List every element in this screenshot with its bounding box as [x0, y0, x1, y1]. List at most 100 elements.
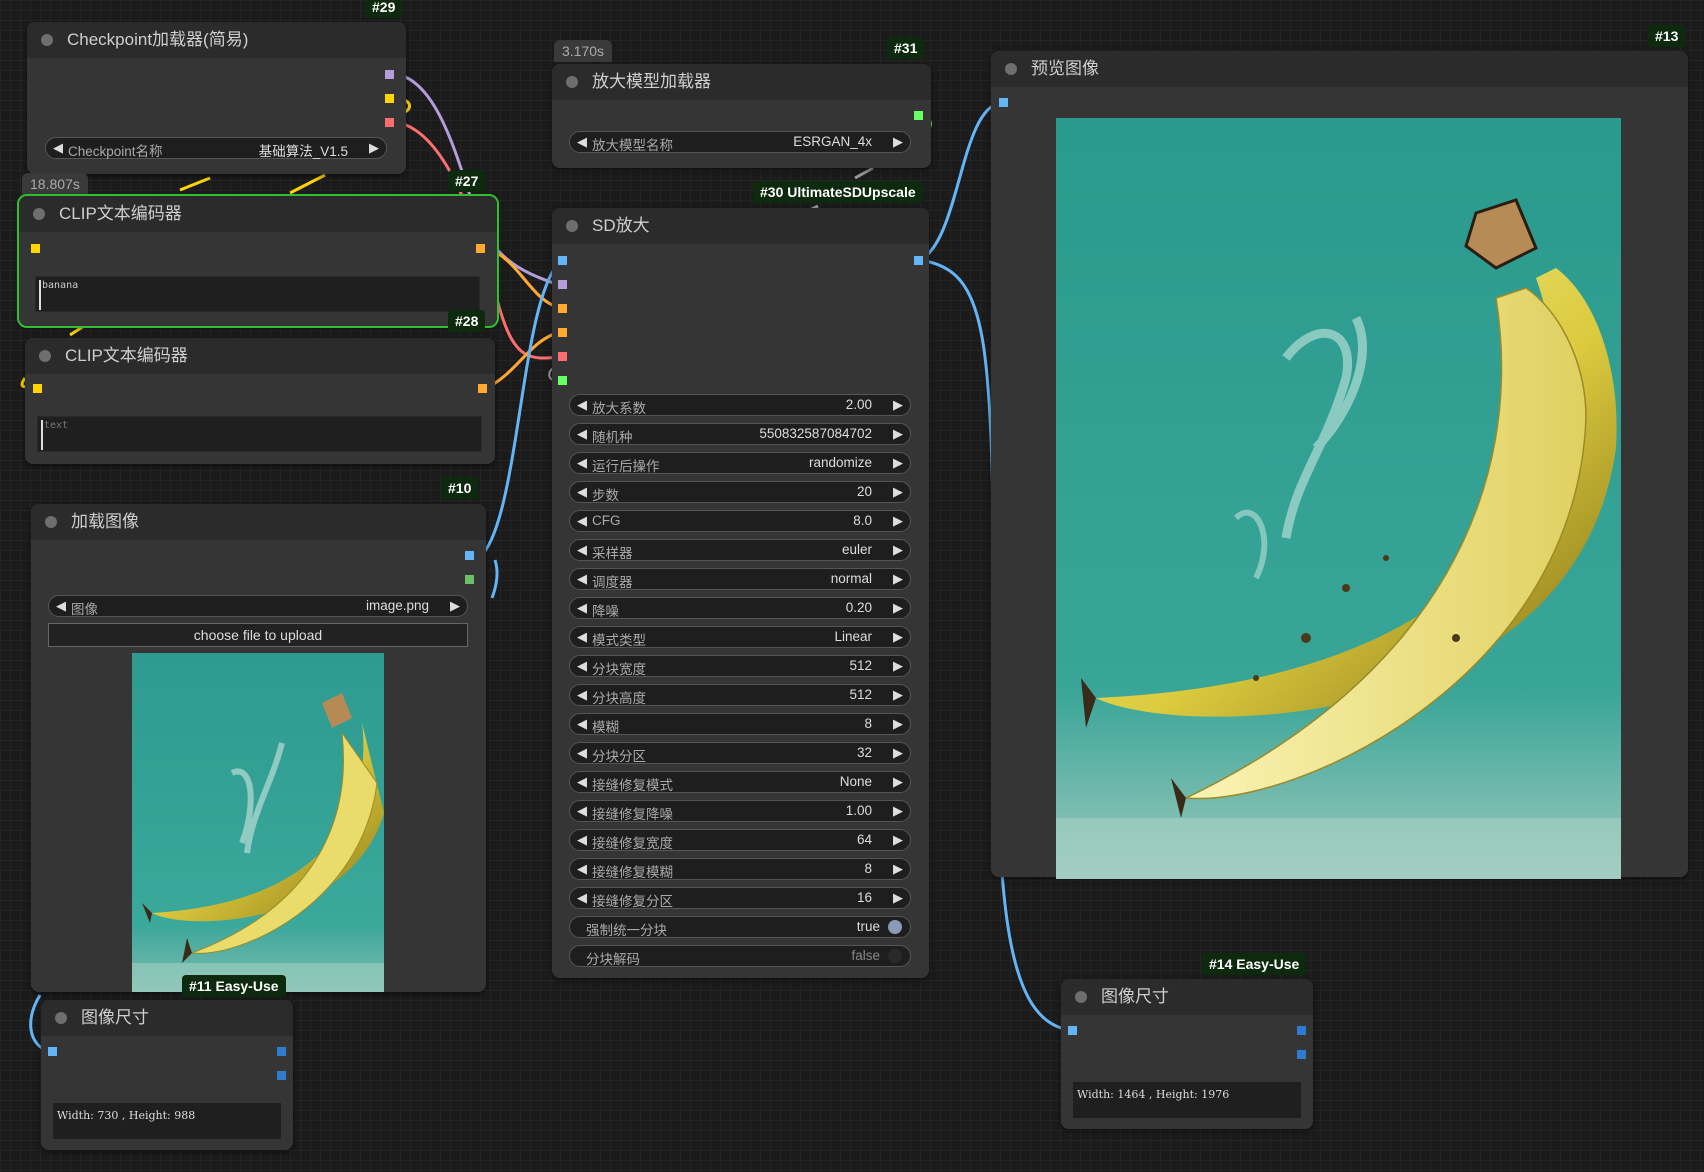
arrow-left-icon[interactable]: ◀: [577, 745, 587, 761]
node-title[interactable]: 图像尺寸: [1061, 979, 1313, 1015]
arrow-left-icon[interactable]: ◀: [577, 832, 587, 848]
mask-blur-field[interactable]: ◀ 模糊 8 ▶: [569, 713, 911, 735]
arrow-right-icon[interactable]: ▶: [450, 598, 460, 614]
upscale-by-field[interactable]: ◀ 放大系数 2.00 ▶: [569, 394, 911, 416]
prompt-textarea[interactable]: banana: [35, 276, 480, 312]
arrow-left-icon[interactable]: ◀: [577, 861, 587, 877]
choose-file-button[interactable]: choose file to upload: [48, 623, 468, 647]
force-uniform-tiles-toggle[interactable]: 强制统一分块 true: [569, 916, 911, 938]
seam-fix-mode-combo[interactable]: ◀ 接缝修复模式 None ▶: [569, 771, 911, 793]
arrow-left-icon[interactable]: ◀: [577, 629, 587, 645]
node-title[interactable]: SD放大: [552, 208, 929, 244]
upscale-model-loader-node[interactable]: 放大模型加载器 ◀ 放大模型名称 ESRGAN_4x ▶: [552, 64, 931, 168]
arrow-left-icon[interactable]: ◀: [577, 397, 587, 413]
arrow-left-icon[interactable]: ◀: [53, 140, 63, 156]
seam-fix-denoise-field[interactable]: ◀ 接缝修复降噪 1.00 ▶: [569, 800, 911, 822]
arrow-left-icon[interactable]: ◀: [577, 571, 587, 587]
arrow-left-icon[interactable]: ◀: [577, 455, 587, 471]
image-input-port[interactable]: [48, 1047, 57, 1056]
clip-input-port[interactable]: [33, 384, 42, 393]
arrow-right-icon[interactable]: ▶: [893, 484, 903, 500]
arrow-left-icon[interactable]: ◀: [577, 513, 587, 529]
arrow-left-icon[interactable]: ◀: [577, 687, 587, 703]
upscale-model-combo[interactable]: ◀ 放大模型名称 ESRGAN_4x ▶: [569, 131, 911, 153]
prompt-textarea[interactable]: text: [37, 416, 482, 452]
node-title[interactable]: CLIP文本编码器: [19, 196, 497, 232]
arrow-right-icon[interactable]: ▶: [369, 140, 379, 156]
collapse-dot-icon[interactable]: [566, 76, 578, 88]
seam-fix-padding-field[interactable]: ◀ 接缝修复分区 16 ▶: [569, 887, 911, 909]
clip-input-port[interactable]: [31, 244, 40, 253]
clip-output-port[interactable]: [385, 94, 394, 103]
collapse-dot-icon[interactable]: [45, 516, 57, 528]
arrow-right-icon[interactable]: ▶: [893, 861, 903, 877]
model-output-port[interactable]: [385, 70, 394, 79]
image-output-port[interactable]: [465, 551, 474, 560]
image-output-port[interactable]: [914, 256, 923, 265]
images-input-port[interactable]: [999, 98, 1008, 107]
negative-input-port[interactable]: [558, 328, 567, 337]
image-combo[interactable]: ◀ 图像 image.png ▶: [48, 595, 468, 617]
vae-output-port[interactable]: [385, 118, 394, 127]
upscale-model-output-port[interactable]: [914, 111, 923, 120]
node-title[interactable]: 加载图像: [31, 504, 486, 540]
sampler-combo[interactable]: ◀ 采样器 euler ▶: [569, 539, 911, 561]
arrow-right-icon[interactable]: ▶: [893, 745, 903, 761]
seam-fix-width-field[interactable]: ◀ 接缝修复宽度 64 ▶: [569, 829, 911, 851]
arrow-right-icon[interactable]: ▶: [893, 890, 903, 906]
clip-text-encoder-node-positive[interactable]: CLIP文本编码器 banana: [17, 194, 499, 328]
arrow-left-icon[interactable]: ◀: [577, 134, 587, 150]
height-output-port[interactable]: [277, 1071, 286, 1080]
tiled-decode-toggle[interactable]: 分块解码 false: [569, 945, 911, 967]
arrow-right-icon[interactable]: ▶: [893, 774, 903, 790]
tile-width-field[interactable]: ◀ 分块宽度 512 ▶: [569, 655, 911, 677]
arrow-right-icon[interactable]: ▶: [893, 513, 903, 529]
mode-type-combo[interactable]: ◀ 模式类型 Linear ▶: [569, 626, 911, 648]
collapse-dot-icon[interactable]: [566, 220, 578, 232]
seed-field[interactable]: ◀ 随机种 550832587084702 ▶: [569, 423, 911, 445]
arrow-right-icon[interactable]: ▶: [893, 571, 903, 587]
height-output-port[interactable]: [1297, 1050, 1306, 1059]
image-size-node-right[interactable]: 图像尺寸 Width: 1464 , Height: 1976: [1061, 979, 1313, 1129]
seam-fix-mask-blur-field[interactable]: ◀ 接缝修复模糊 8 ▶: [569, 858, 911, 880]
collapse-dot-icon[interactable]: [55, 1012, 67, 1024]
clip-text-encoder-node-negative[interactable]: CLIP文本编码器 text: [25, 338, 495, 464]
checkpoint-name-combo[interactable]: ◀ Checkpoint名称 基础算法_V1.5 ▶: [45, 137, 387, 159]
arrow-left-icon[interactable]: ◀: [577, 426, 587, 442]
collapse-dot-icon[interactable]: [39, 350, 51, 362]
collapse-dot-icon[interactable]: [1075, 991, 1087, 1003]
node-title[interactable]: 图像尺寸: [41, 1000, 293, 1036]
arrow-right-icon[interactable]: ▶: [893, 600, 903, 616]
mask-output-port[interactable]: [465, 575, 474, 584]
sd-upscale-node[interactable]: SD放大 ◀ 放大系数 2.00 ▶ ◀ 随机种 550832587084702 ▶ ◀ 运行…: [552, 208, 929, 978]
arrow-left-icon[interactable]: ◀: [577, 484, 587, 500]
arrow-right-icon[interactable]: ▶: [893, 629, 903, 645]
arrow-left-icon[interactable]: ◀: [577, 716, 587, 732]
arrow-right-icon[interactable]: ▶: [893, 687, 903, 703]
arrow-left-icon[interactable]: ◀: [577, 542, 587, 558]
steps-field[interactable]: ◀ 步数 20 ▶: [569, 481, 911, 503]
positive-input-port[interactable]: [558, 304, 567, 313]
node-title[interactable]: Checkpoint加载器(简易): [27, 22, 406, 58]
collapse-dot-icon[interactable]: [41, 34, 53, 46]
node-title[interactable]: 预览图像: [991, 51, 1688, 87]
conditioning-output-port[interactable]: [478, 384, 487, 393]
node-title[interactable]: CLIP文本编码器: [25, 338, 495, 374]
arrow-left-icon[interactable]: ◀: [577, 658, 587, 674]
control-after-generate-combo[interactable]: ◀ 运行后操作 randomize ▶: [569, 452, 911, 474]
image-input-port[interactable]: [1068, 1026, 1077, 1035]
arrow-right-icon[interactable]: ▶: [893, 542, 903, 558]
preview-image-node[interactable]: 预览图像: [991, 51, 1688, 879]
arrow-right-icon[interactable]: ▶: [893, 426, 903, 442]
width-output-port[interactable]: [1297, 1026, 1306, 1035]
upscale-model-input-port[interactable]: [558, 376, 567, 385]
node-title[interactable]: 放大模型加载器: [552, 64, 931, 100]
arrow-left-icon[interactable]: ◀: [577, 803, 587, 819]
scheduler-combo[interactable]: ◀ 调度器 normal ▶: [569, 568, 911, 590]
denoise-field[interactable]: ◀ 降噪 0.20 ▶: [569, 597, 911, 619]
arrow-left-icon[interactable]: ◀: [577, 774, 587, 790]
tile-height-field[interactable]: ◀ 分块高度 512 ▶: [569, 684, 911, 706]
arrow-right-icon[interactable]: ▶: [893, 397, 903, 413]
arrow-left-icon[interactable]: ◀: [577, 600, 587, 616]
arrow-right-icon[interactable]: ▶: [893, 455, 903, 471]
